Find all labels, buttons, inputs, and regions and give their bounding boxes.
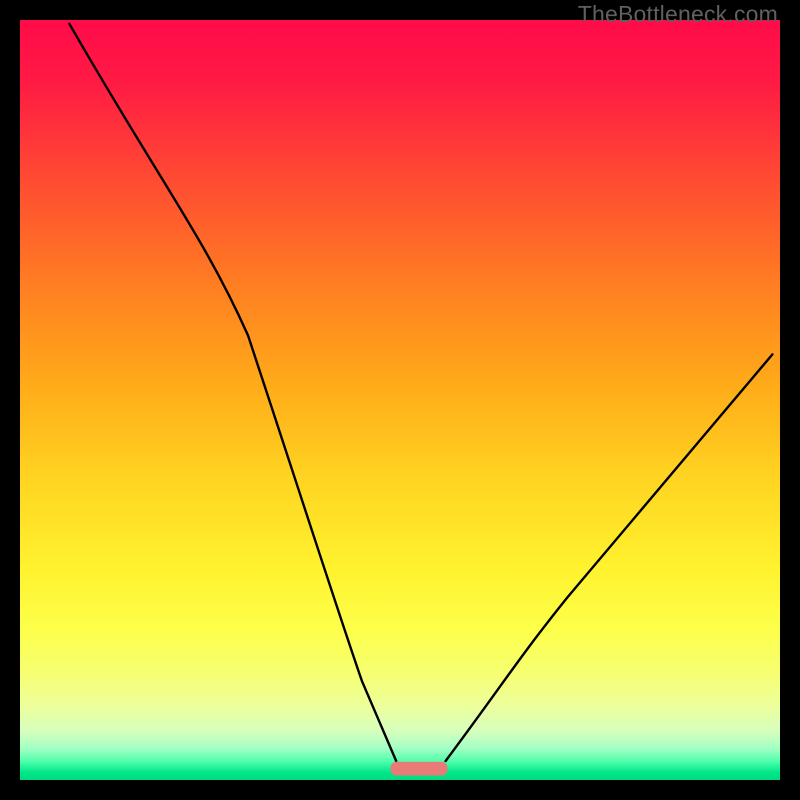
plot-area <box>20 20 780 780</box>
watermark-text: TheBottleneck.com <box>578 1 778 28</box>
chart-frame: TheBottleneck.com <box>0 0 800 800</box>
plot-svg <box>20 20 780 780</box>
optimum-marker <box>391 762 448 776</box>
